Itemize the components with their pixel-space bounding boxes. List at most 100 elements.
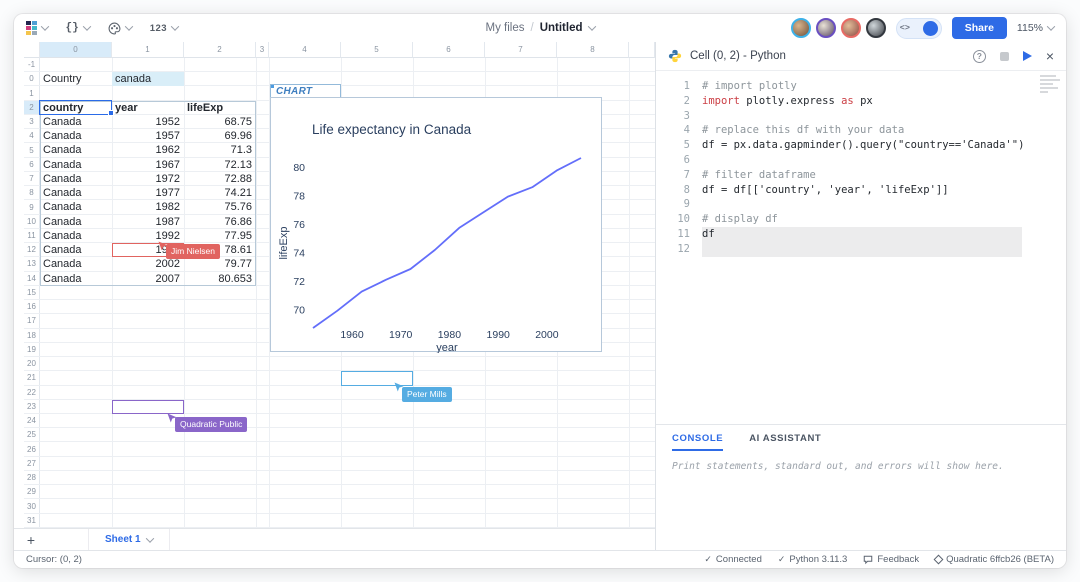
row-header[interactable]: 6	[24, 158, 40, 171]
column-header[interactable]: 0	[40, 42, 112, 58]
chevron-down-icon[interactable]	[587, 22, 595, 30]
entry-label-cell[interactable]: Country	[43, 72, 111, 86]
row-header[interactable]: 14	[24, 272, 40, 285]
code-line[interactable]: 6	[656, 153, 1066, 168]
table-cell[interactable]: Canada	[43, 158, 111, 172]
row-header[interactable]: 12	[24, 243, 40, 256]
code-editor-toggle[interactable]: <>	[896, 18, 942, 39]
table-cell[interactable]: 75.76	[184, 200, 252, 214]
avatar[interactable]	[816, 18, 836, 38]
table-cell[interactable]: 1972	[112, 172, 180, 186]
table-cell[interactable]: 1952	[112, 115, 180, 129]
chart-tab[interactable]: CHART	[270, 84, 341, 98]
code-line[interactable]: 3	[656, 109, 1066, 124]
table-cell[interactable]: Canada	[43, 215, 111, 229]
row-header[interactable]: 4	[24, 129, 40, 142]
row-header[interactable]: 28	[24, 471, 40, 484]
avatar[interactable]	[841, 18, 861, 38]
stop-icon[interactable]	[1000, 52, 1009, 61]
table-cell[interactable]: Canada	[43, 172, 111, 186]
row-header[interactable]: 25	[24, 428, 40, 441]
table-cell[interactable]: 68.75	[184, 115, 252, 129]
grid-row[interactable]: 28	[24, 471, 655, 485]
table-cell[interactable]: 1977	[112, 186, 180, 200]
code-line[interactable]: 11df	[656, 227, 1066, 242]
grid-row[interactable]: 31	[24, 514, 655, 528]
table-cell[interactable]: 74.21	[184, 186, 252, 200]
grid-row[interactable]: 22	[24, 386, 655, 400]
table-cell[interactable]: 80.653	[184, 272, 252, 286]
grid-row[interactable]: 24	[24, 414, 655, 428]
help-icon[interactable]: ?	[973, 50, 986, 63]
row-header[interactable]: 22	[24, 386, 40, 399]
grid-row[interactable]: -1	[24, 58, 655, 72]
avatar[interactable]	[866, 18, 886, 38]
grid-row[interactable]: 20	[24, 357, 655, 371]
code-line[interactable]: 8df = df[['country', 'year', 'lifeExp']]	[656, 183, 1066, 198]
row-header[interactable]: 18	[24, 329, 40, 342]
table-cell[interactable]: Canada	[43, 143, 111, 157]
column-header[interactable]: 7	[485, 42, 557, 58]
table-cell[interactable]: 1962	[112, 143, 180, 157]
table-cell[interactable]: 1982	[112, 200, 180, 214]
row-header[interactable]: 1	[24, 86, 40, 99]
code-language-menu-button[interactable]: {}	[66, 22, 90, 34]
row-header[interactable]: 2	[24, 101, 40, 114]
add-sheet-button[interactable]: +	[14, 532, 48, 548]
column-header[interactable]: 6	[413, 42, 485, 58]
table-cell[interactable]: 79.77	[184, 257, 252, 271]
table-cell[interactable]: 1957	[112, 129, 180, 143]
code-line[interactable]: 2import plotly.express as px	[656, 94, 1066, 109]
code-line[interactable]: 10# display df	[656, 212, 1066, 227]
row-header[interactable]: 5	[24, 143, 40, 156]
table-cell[interactable]: 76.86	[184, 215, 252, 229]
code-line[interactable]: 7# filter dataframe	[656, 168, 1066, 183]
column-header[interactable]: 1	[112, 42, 184, 58]
table-cell[interactable]: Canada	[43, 257, 111, 271]
table-cell[interactable]: 2007	[112, 272, 180, 286]
feedback-button[interactable]: Feedback	[863, 554, 919, 565]
run-icon[interactable]	[1023, 51, 1032, 61]
breadcrumb-folder[interactable]: My files	[486, 22, 525, 34]
row-header[interactable]: 13	[24, 257, 40, 270]
share-button[interactable]: Share	[952, 17, 1007, 39]
row-header[interactable]: 0	[24, 72, 40, 85]
column-header[interactable]: 4	[269, 42, 341, 58]
table-header-cell[interactable]: year	[115, 101, 183, 115]
row-header[interactable]: 27	[24, 457, 40, 470]
code-line[interactable]: 1# import plotly	[656, 79, 1066, 94]
avatar[interactable]	[791, 18, 811, 38]
row-header[interactable]: 20	[24, 357, 40, 370]
row-header[interactable]: 23	[24, 400, 40, 413]
entry-value-cell[interactable]: canada	[112, 72, 184, 86]
row-header[interactable]: 26	[24, 442, 40, 455]
grid-row[interactable]: 26	[24, 442, 655, 456]
fill-handle[interactable]	[108, 110, 114, 116]
table-cell[interactable]: 71.3	[184, 143, 252, 157]
table-cell[interactable]: Canada	[43, 115, 111, 129]
column-header[interactable]: 5	[341, 42, 413, 58]
grid-row[interactable]: 29	[24, 485, 655, 499]
table-cell[interactable]: Canada	[43, 243, 111, 257]
table-cell[interactable]: 1967	[112, 158, 180, 172]
grid-row[interactable]: 25	[24, 428, 655, 442]
grid-row[interactable]: 21	[24, 371, 655, 385]
row-header[interactable]: 11	[24, 229, 40, 242]
row-header[interactable]: 31	[24, 514, 40, 527]
table-cell[interactable]: Canada	[43, 186, 111, 200]
code-line[interactable]: 12	[656, 242, 1066, 257]
file-title[interactable]: Untitled	[540, 22, 583, 34]
table-cell[interactable]: 1987	[112, 215, 180, 229]
column-header[interactable]: 8	[557, 42, 629, 58]
row-header[interactable]: 30	[24, 499, 40, 512]
grid-row[interactable]: 27	[24, 457, 655, 471]
table-cell[interactable]: 69.96	[184, 129, 252, 143]
column-header[interactable]	[629, 42, 655, 58]
table-cell[interactable]: 2002	[112, 257, 180, 271]
console-tab-ai-assistant[interactable]: AI ASSISTANT	[749, 425, 821, 451]
row-header[interactable]: 15	[24, 286, 40, 299]
table-cell[interactable]: Canada	[43, 272, 111, 286]
spreadsheet-grid[interactable]: 012345678-101234567891011121314151617181…	[14, 42, 655, 528]
row-header[interactable]: 8	[24, 186, 40, 199]
table-cell[interactable]: Canada	[43, 229, 111, 243]
